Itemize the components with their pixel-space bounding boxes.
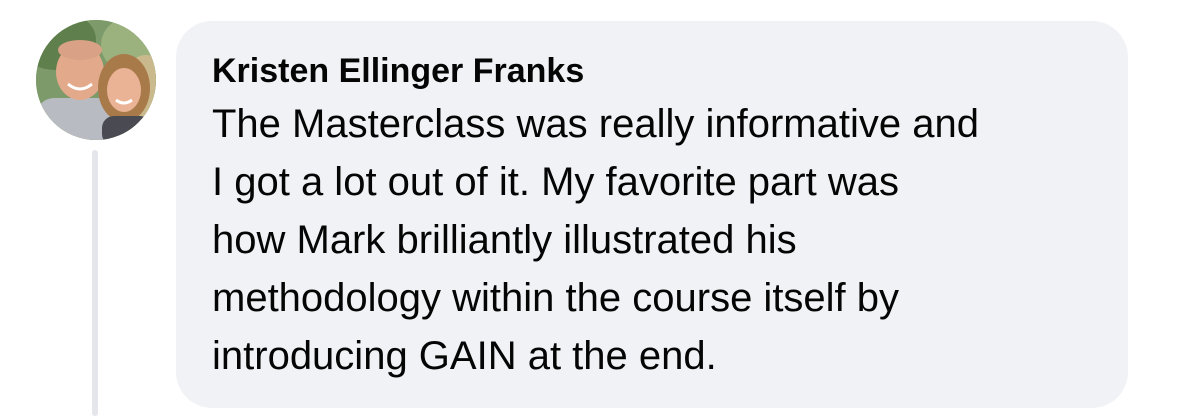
comment-bubble: Kristen Ellinger Franks The Masterclass … (176, 21, 1128, 408)
comment-text-line: I got a lot out of it. My favorite part … (212, 160, 899, 204)
avatar-photo-icon (36, 20, 156, 140)
comment-text: The Masterclass was really informative a… (212, 95, 1092, 385)
comment-text-line: The Masterclass was really informative a… (212, 102, 979, 146)
comment-author-name[interactable]: Kristen Ellinger Franks (212, 51, 1092, 91)
comment: Kristen Ellinger Franks The Masterclass … (0, 0, 1179, 416)
reply-thread-line (92, 150, 98, 416)
comment-text-line: how Mark brilliantly illustrated his (212, 218, 797, 262)
comment-text-line: introducing GAIN at the end. (212, 334, 717, 378)
comment-text-line: methodology within the course itself by (212, 276, 900, 320)
avatar[interactable] (36, 20, 156, 140)
